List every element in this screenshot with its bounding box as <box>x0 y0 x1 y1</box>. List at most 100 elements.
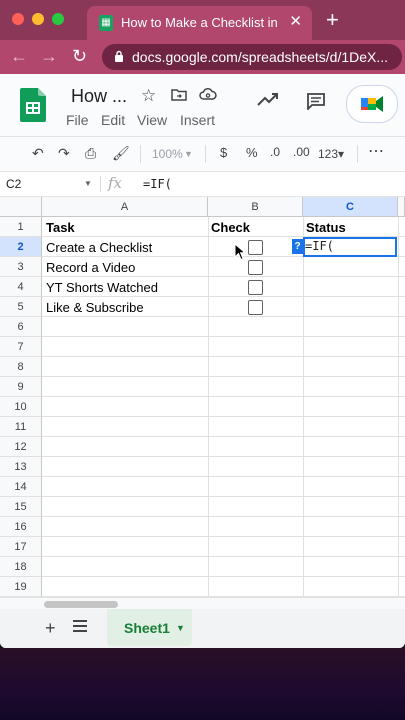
zoom-select[interactable]: 100% <box>152 147 183 161</box>
lock-icon <box>115 50 123 62</box>
formula-help-badge[interactable]: ? <box>292 239 303 254</box>
checkbox[interactable] <box>248 300 263 315</box>
row-divider <box>42 396 405 397</box>
column-header-a[interactable]: A <box>42 197 208 217</box>
sheet-tab-caret-icon[interactable]: ▼ <box>176 623 185 633</box>
document-title[interactable]: How ... <box>71 86 127 107</box>
print-icon[interactable]: ⎙ <box>85 145 96 162</box>
checkbox[interactable] <box>248 240 263 255</box>
sheets-app-bar: How ... ☆ File Edit View Insert <box>0 74 405 137</box>
more-formats-button[interactable]: 123▾ <box>318 147 344 161</box>
sheet-tab-label: Sheet1 <box>124 620 170 636</box>
row-header[interactable]: 17 <box>0 537 42 557</box>
comment-icon[interactable] <box>306 92 326 110</box>
menu-view[interactable]: View <box>137 112 167 128</box>
row-header[interactable]: 8 <box>0 357 42 377</box>
minimize-window-button[interactable] <box>32 13 44 25</box>
row-header[interactable]: 16 <box>0 517 42 537</box>
redo-icon[interactable]: ↷ <box>58 145 70 162</box>
row-header[interactable]: 7 <box>0 337 42 357</box>
formula-input[interactable]: =IF( <box>143 177 172 191</box>
row-header[interactable]: 10 <box>0 397 42 417</box>
spreadsheet-grid[interactable]: A B C 1 2 3 4 5 6 7 8 9 10 11 12 13 14 15 16 17 18 19 Task… <box>0 197 405 597</box>
row-divider <box>42 296 405 297</box>
omnibox[interactable]: docs.google.com/spreadsheets/d/1DeX... <box>102 44 402 70</box>
desktop-background <box>0 648 405 720</box>
cloud-status-icon[interactable] <box>199 87 217 101</box>
row-divider <box>42 356 405 357</box>
trending-up-icon[interactable] <box>257 92 279 106</box>
row-divider <box>42 536 405 537</box>
more-formats-label: 123 <box>318 147 339 161</box>
task-cell[interactable]: YT Shorts Watched <box>46 280 158 295</box>
menu-file[interactable]: File <box>66 112 89 128</box>
task-cell[interactable]: Record a Video <box>46 260 135 275</box>
row-header[interactable]: 2 <box>0 237 42 257</box>
header-status[interactable]: Status <box>306 220 346 235</box>
row-header[interactable]: 14 <box>0 477 42 497</box>
column-header-b[interactable]: B <box>208 197 303 217</box>
checkbox[interactable] <box>248 260 263 275</box>
row-header[interactable]: 9 <box>0 377 42 397</box>
undo-icon[interactable]: ↶ <box>32 145 44 162</box>
task-cell[interactable]: Create a Checklist <box>46 240 152 255</box>
currency-format-button[interactable]: $ <box>220 145 227 160</box>
more-options-icon[interactable]: ⋯ <box>368 141 384 161</box>
menu-edit[interactable]: Edit <box>101 112 125 128</box>
select-all-corner[interactable] <box>0 197 42 217</box>
row-divider <box>42 496 405 497</box>
row-header[interactable]: 11 <box>0 417 42 437</box>
increase-decimal-button[interactable]: .00 <box>293 145 310 159</box>
header-check[interactable]: Check <box>211 220 250 235</box>
menu-insert[interactable]: Insert <box>180 112 215 128</box>
row-header[interactable]: 1 <box>0 217 42 237</box>
name-box-caret-icon[interactable]: ▼ <box>84 179 92 188</box>
tab-close-icon[interactable]: ✕ <box>289 12 302 30</box>
row-header[interactable]: 4 <box>0 277 42 297</box>
toolbar-divider <box>140 145 141 163</box>
row-header[interactable]: 3 <box>0 257 42 277</box>
row-header[interactable]: 15 <box>0 497 42 517</box>
sheets-favicon-icon: ▦ <box>99 15 113 31</box>
row-header[interactable]: 19 <box>0 577 42 597</box>
row-divider <box>42 476 405 477</box>
header-task[interactable]: Task <box>46 220 75 235</box>
meet-button[interactable] <box>346 85 398 123</box>
row-header[interactable]: 18 <box>0 557 42 577</box>
row-header[interactable]: 13 <box>0 457 42 477</box>
reload-icon[interactable]: ↻ <box>72 46 87 67</box>
formula-bar: C2 ▼ fx =IF( <box>0 172 405 197</box>
name-box[interactable]: C2 <box>6 177 21 191</box>
all-sheets-list-icon[interactable] <box>73 620 87 632</box>
row-divider <box>42 276 405 277</box>
zoom-caret-icon[interactable]: ▼ <box>184 149 193 159</box>
maximize-window-button[interactable] <box>52 13 64 25</box>
paint-format-icon[interactable]: 🖌 <box>112 145 130 162</box>
sheets-logo-icon <box>20 88 46 122</box>
row-header[interactable]: 6 <box>0 317 42 337</box>
column-header-c[interactable]: C <box>303 197 398 217</box>
move-folder-icon[interactable] <box>171 88 187 101</box>
task-cell[interactable]: Like & Subscribe <box>46 300 144 315</box>
column-divider <box>398 217 399 597</box>
row-divider <box>42 556 405 557</box>
forward-arrow-icon[interactable]: → <box>40 46 58 67</box>
column-header-d[interactable] <box>398 197 405 217</box>
row-header[interactable]: 5 <box>0 297 42 317</box>
tab-title: How to Make a Checklist in Goo <box>121 15 281 30</box>
cell-edit-text[interactable]: =IF( <box>305 239 334 253</box>
back-arrow-icon[interactable]: ← <box>10 46 28 67</box>
row-header[interactable]: 12 <box>0 437 42 457</box>
new-tab-icon[interactable]: + <box>326 7 339 33</box>
close-window-button[interactable] <box>12 13 24 25</box>
browser-tab[interactable]: ▦ How to Make a Checklist in Goo ✕ <box>87 6 312 40</box>
add-sheet-button[interactable]: + <box>45 618 56 639</box>
star-icon[interactable]: ☆ <box>141 86 156 106</box>
percent-format-button[interactable]: % <box>246 145 258 160</box>
scrollbar-thumb[interactable] <box>44 601 118 608</box>
checkbox[interactable] <box>248 280 263 295</box>
sheet-tab-sheet1[interactable]: Sheet1 ▼ <box>107 609 192 646</box>
decrease-decimal-button[interactable]: .0 <box>270 145 280 159</box>
row-divider <box>42 436 405 437</box>
column-divider <box>303 217 304 597</box>
